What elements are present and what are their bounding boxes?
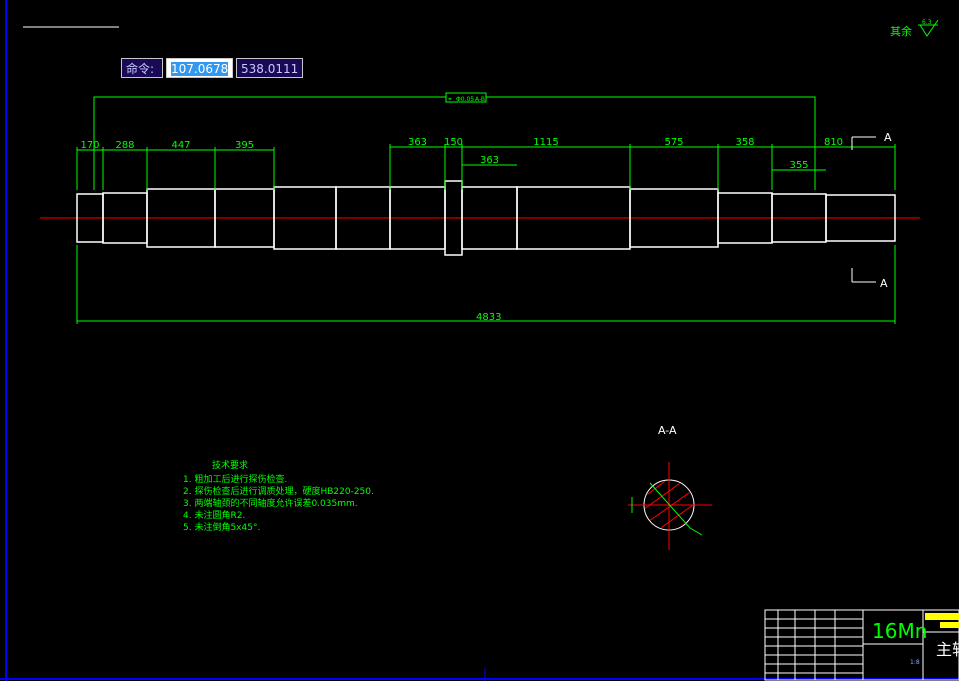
requirement-item: 3. 两端轴颈的不同轴度允许误差0.035mm.	[183, 499, 358, 509]
requirement-item: 2. 探伤检查后进行调质处理，硬度HB220-250.	[183, 487, 374, 497]
coordinate-x-input[interactable]: 107.0678	[166, 58, 233, 78]
requirement-item: 1. 粗加工后进行探伤检查.	[183, 475, 288, 485]
dimension-label: 1115	[533, 137, 558, 148]
dimension-label: 355	[789, 160, 808, 171]
overall-dimension: 4833	[76, 245, 896, 324]
svg-text:⌖: ⌖	[448, 95, 452, 103]
dimension-label: 447	[171, 140, 190, 151]
roughness-note: 其余 6.3	[890, 19, 939, 38]
dimension-label: 575	[664, 137, 683, 148]
requirements-title: 技术要求	[212, 461, 249, 471]
svg-text:A-B: A-B	[475, 96, 485, 103]
command-label: 命令:	[121, 58, 163, 78]
section-marks: A A	[851, 131, 892, 290]
dimension-label: 395	[235, 140, 254, 151]
svg-text:16Mn: 16Mn	[872, 619, 927, 643]
svg-text:A: A	[884, 131, 892, 144]
svg-text:1:8: 1:8	[910, 659, 920, 666]
dimension-label: 810	[824, 137, 843, 148]
dimension-lines: 170 288 447 395 363 150 1115 575 358 810 363 355	[76, 137, 896, 190]
dimension-label: 363	[408, 137, 427, 148]
requirement-item: 4. 未注圆角R2.	[183, 511, 246, 521]
dimension-label: 363	[480, 155, 499, 166]
title-block: 16Mn 主轴 1:8	[764, 609, 959, 681]
svg-text:主轴: 主轴	[936, 640, 959, 659]
requirement-item: 5. 未注倒角5x45°.	[183, 523, 261, 533]
dimension-label: 358	[735, 137, 754, 148]
svg-text:4833: 4833	[476, 312, 501, 323]
dimension-label: 170	[80, 140, 99, 151]
section-view-a-a: A-A	[628, 424, 712, 550]
svg-text:Φ0.05: Φ0.05	[456, 96, 474, 103]
dimension-label: 288	[115, 140, 134, 151]
coordinate-y-input[interactable]: 538.0111	[236, 58, 303, 78]
drawing-canvas[interactable]: 其余 6.3 ⌖ Φ0.05 A-B 170 288 447 395 363 150 111…	[0, 0, 959, 681]
svg-text:A: A	[880, 277, 888, 290]
svg-text:A-A: A-A	[658, 424, 677, 437]
svg-text:6.3: 6.3	[922, 19, 932, 26]
svg-text:其余: 其余	[890, 24, 912, 38]
dimension-label: 150	[444, 137, 463, 148]
